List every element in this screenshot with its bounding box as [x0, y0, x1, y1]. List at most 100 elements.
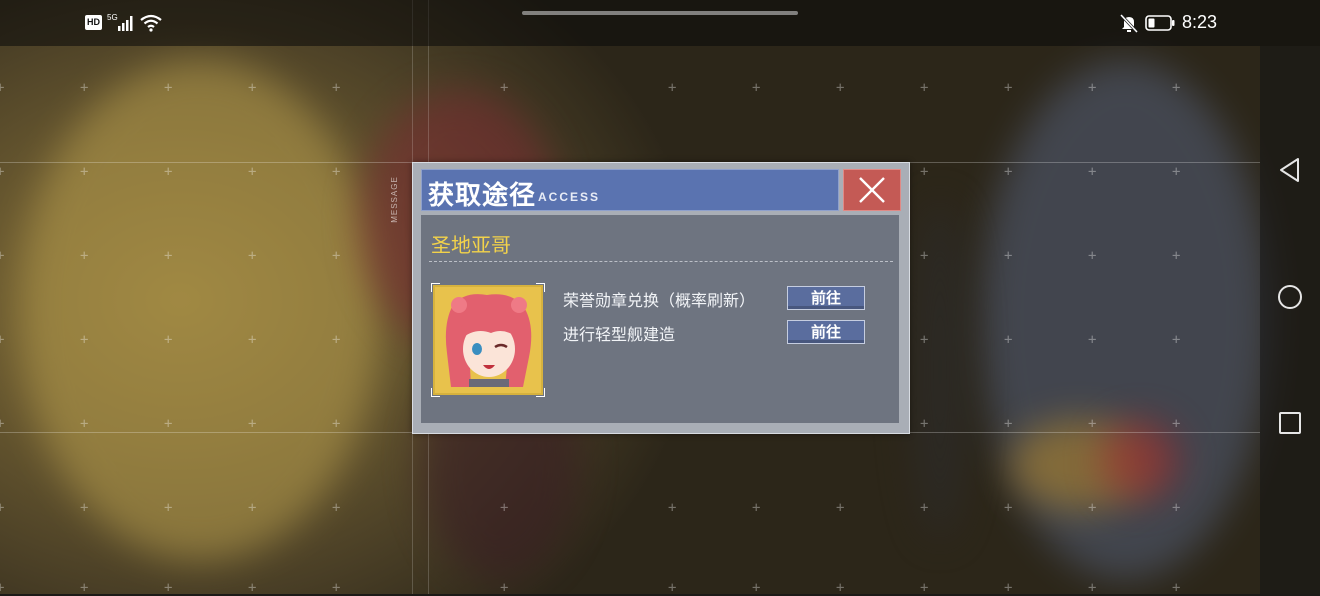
grid-plus-mark: +	[164, 80, 173, 96]
grid-plus-mark: +	[332, 164, 341, 180]
grid-plus-mark: +	[1088, 580, 1097, 596]
grid-plus-mark: +	[248, 248, 257, 264]
grid-plus-mark: +	[920, 580, 929, 596]
grid-plus-mark: +	[920, 332, 929, 348]
access-dialog: MESSAGE 获取途径 ACCESS 圣地亚哥 荣誉勋章兑换（概率刷新） 前往…	[390, 162, 910, 434]
grid-plus-mark: +	[248, 164, 257, 180]
grid-plus-mark: +	[1004, 164, 1013, 180]
item-name: 圣地亚哥	[431, 233, 511, 257]
grid-plus-mark: +	[0, 248, 5, 264]
grid-plus-mark: +	[248, 580, 257, 596]
grid-plus-mark: +	[1088, 164, 1097, 180]
grid-plus-mark: +	[332, 80, 341, 96]
grid-plus-mark: +	[1088, 248, 1097, 264]
grid-plus-mark: +	[500, 580, 509, 596]
grid-plus-mark: +	[1172, 80, 1181, 96]
grid-plus-mark: +	[332, 248, 341, 264]
network-type-label: 5G	[107, 13, 118, 22]
back-icon[interactable]	[1276, 156, 1304, 184]
grid-plus-mark: +	[500, 80, 509, 96]
grid-plus-mark: +	[80, 80, 89, 96]
dialog-title-sub: ACCESS	[538, 190, 601, 204]
grid-plus-mark: +	[920, 80, 929, 96]
grid-plus-mark: +	[248, 80, 257, 96]
grid-plus-mark: +	[836, 500, 845, 516]
grid-plus-mark: +	[1088, 332, 1097, 348]
grid-plus-mark: +	[164, 332, 173, 348]
home-icon[interactable]	[1276, 283, 1304, 311]
side-tag-label: MESSAGE	[389, 176, 399, 223]
grid-plus-mark: +	[668, 80, 677, 96]
grid-plus-mark: +	[1172, 332, 1181, 348]
grid-plus-mark: +	[1004, 80, 1013, 96]
source-label-light-construction: 进行轻型舰建造	[563, 325, 676, 344]
grid-plus-mark: +	[1172, 248, 1181, 264]
hd-icon: HD	[85, 15, 102, 30]
close-icon	[859, 177, 885, 203]
divider	[429, 261, 893, 262]
grid-plus-mark: +	[1172, 580, 1181, 596]
go-button-medal-exchange[interactable]: 前往	[787, 286, 865, 310]
source-label-medal-exchange: 荣誉勋章兑换（概率刷新）	[563, 291, 756, 310]
grid-plus-mark: +	[1172, 500, 1181, 516]
navigation-bar	[1260, 46, 1320, 594]
grid-plus-mark: +	[1004, 500, 1013, 516]
grid-plus-mark: +	[752, 500, 761, 516]
grid-plus-mark: +	[80, 416, 89, 432]
grid-plus-mark: +	[920, 500, 929, 516]
grid-plus-mark: +	[1088, 80, 1097, 96]
recents-icon[interactable]	[1276, 409, 1304, 437]
grid-plus-mark: +	[164, 164, 173, 180]
grid-plus-mark: +	[0, 80, 5, 96]
grid-plus-mark: +	[164, 500, 173, 516]
grid-plus-mark: +	[920, 164, 929, 180]
grid-plus-mark: +	[164, 248, 173, 264]
dialog-title: 获取途径	[428, 181, 537, 211]
status-bar: HD 5G 8:23	[0, 0, 1320, 46]
grid-plus-mark: +	[80, 580, 89, 596]
clock: 8:23	[1182, 12, 1218, 32]
grid-plus-mark: +	[248, 500, 257, 516]
grid-plus-mark: +	[0, 164, 5, 180]
grid-plus-mark: +	[332, 580, 341, 596]
grid-plus-mark: +	[836, 80, 845, 96]
grid-plus-mark: +	[1004, 580, 1013, 596]
grid-plus-mark: +	[0, 416, 5, 432]
grid-plus-mark: +	[164, 580, 173, 596]
grid-plus-mark: +	[752, 580, 761, 596]
grid-plus-mark: +	[1004, 332, 1013, 348]
grid-plus-mark: +	[920, 416, 929, 432]
character-portrait	[431, 283, 545, 397]
grid-plus-mark: +	[668, 500, 677, 516]
grid-plus-mark: +	[80, 248, 89, 264]
portrait-image	[435, 287, 541, 393]
grid-plus-mark: +	[0, 332, 5, 348]
grid-plus-mark: +	[1172, 416, 1181, 432]
grid-plus-mark: +	[752, 80, 761, 96]
dialog-title-bar: 获取途径 ACCESS	[421, 169, 839, 211]
grid-plus-mark: +	[332, 416, 341, 432]
grid-plus-mark: +	[80, 164, 89, 180]
grid-plus-mark: +	[248, 416, 257, 432]
grid-plus-mark: +	[80, 332, 89, 348]
grid-plus-mark: +	[668, 580, 677, 596]
grid-plus-mark: +	[1004, 416, 1013, 432]
grid-plus-mark: +	[248, 332, 257, 348]
go-button-light-construction[interactable]: 前往	[787, 320, 865, 344]
grid-plus-mark: +	[1088, 500, 1097, 516]
close-button[interactable]	[843, 169, 901, 211]
wifi-icon	[140, 14, 162, 32]
grid-plus-mark: +	[1088, 416, 1097, 432]
grid-plus-mark: +	[0, 580, 5, 596]
grid-plus-mark: +	[80, 500, 89, 516]
grid-plus-mark: +	[1004, 248, 1013, 264]
grid-plus-mark: +	[920, 248, 929, 264]
grid-plus-mark: +	[332, 500, 341, 516]
grid-plus-mark: +	[500, 500, 509, 516]
grid-plus-mark: +	[332, 332, 341, 348]
battery-icon	[1145, 15, 1175, 31]
top-gesture-handle[interactable]	[522, 11, 798, 15]
message-side-tag: MESSAGE	[390, 167, 409, 237]
grid-plus-mark: +	[836, 580, 845, 596]
grid-plus-mark: +	[1172, 164, 1181, 180]
